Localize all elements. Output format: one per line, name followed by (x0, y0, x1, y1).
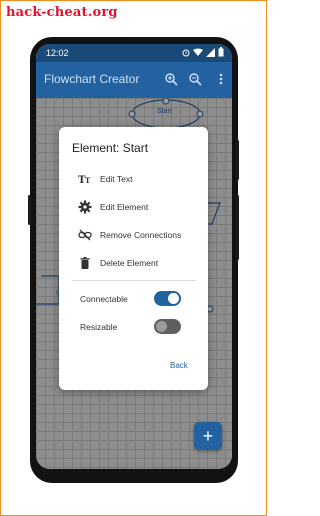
resizable-switch[interactable] (154, 319, 181, 334)
resizable-switch-knob (156, 321, 167, 332)
alarm-icon (182, 49, 190, 56)
resizable-row: Resizable (59, 316, 208, 338)
link-off-icon (78, 229, 92, 241)
trash-icon (80, 257, 90, 269)
app-title: Flowchart Creator (44, 72, 140, 86)
dialog-divider (72, 280, 196, 281)
element-dialog: Element: Start TT Edit Text Edit Element… (59, 127, 208, 390)
signal-icon (206, 47, 215, 57)
battery-icon (218, 47, 224, 57)
connectable-switch-knob (168, 293, 179, 304)
zoom-in-icon[interactable] (164, 72, 178, 86)
add-element-button[interactable]: + (194, 422, 222, 450)
watermark-text: hack-cheat.org (6, 5, 118, 20)
connector-handle-left[interactable] (128, 110, 136, 118)
phone-left-button (28, 195, 31, 225)
edit-text-label: Edit Text (100, 174, 133, 184)
status-bar: 12:02 (36, 44, 232, 62)
gear-icon (78, 200, 92, 214)
connectable-label: Connectable (80, 294, 128, 304)
remove-connections-item[interactable]: Remove Connections (59, 222, 208, 248)
more-vert-icon[interactable] (214, 72, 228, 86)
status-time: 12:02 (46, 48, 69, 58)
text-format-icon: TT (78, 175, 91, 186)
wifi-icon (193, 48, 203, 56)
connector-handle-right[interactable] (196, 110, 204, 118)
edit-element-item[interactable]: Edit Element (59, 194, 208, 220)
edit-element-label: Edit Element (100, 202, 149, 212)
back-button[interactable]: Back (170, 361, 188, 370)
delete-element-item[interactable]: Delete Element (59, 250, 208, 276)
phone-power-button (236, 140, 239, 180)
zoom-out-icon[interactable] (188, 72, 202, 86)
connectable-switch[interactable] (154, 291, 181, 306)
delete-element-label: Delete Element (100, 258, 159, 268)
svg-text:T: T (85, 176, 91, 185)
start-shape-label: Start (157, 108, 172, 115)
edit-text-item[interactable]: TT Edit Text (59, 166, 208, 192)
status-icons (182, 47, 224, 57)
dialog-title: Element: Start (72, 141, 149, 155)
connectable-row: Connectable (59, 288, 208, 310)
resizable-label: Resizable (80, 322, 118, 332)
phone-volume-button (236, 195, 239, 260)
connector-handle-top[interactable] (162, 98, 170, 105)
app-bar: Flowchart Creator (36, 62, 232, 98)
remove-connections-label: Remove Connections (100, 230, 182, 240)
